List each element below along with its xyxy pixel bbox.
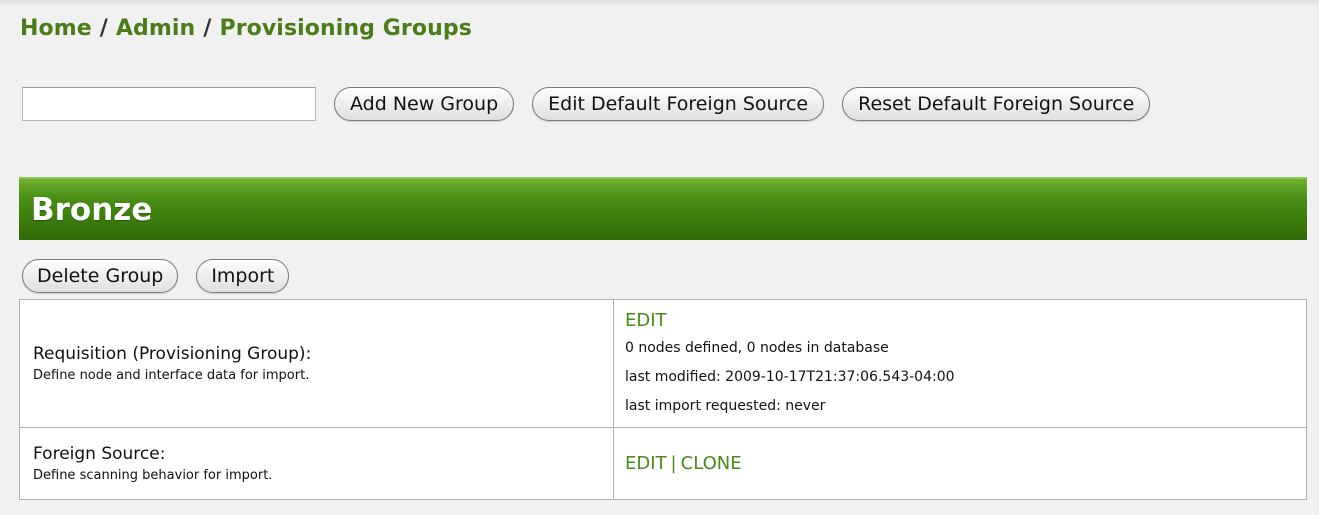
breadcrumb-separator: / [99, 16, 108, 41]
group-name-input[interactable] [22, 87, 316, 121]
breadcrumb-current-page[interactable]: Provisioning Groups [219, 16, 471, 41]
add-new-group-button[interactable]: Add New Group [334, 87, 515, 121]
table-row: Requisition (Provisioning Group): Define… [19, 299, 1307, 428]
group-details-table: Requisition (Provisioning Group): Define… [19, 299, 1307, 500]
requisition-label-cell: Requisition (Provisioning Group): Define… [19, 299, 614, 428]
foreign-source-value-cell: EDIT | CLONE [613, 427, 1307, 500]
breadcrumb: Home / Admin / Provisioning Groups [20, 16, 472, 41]
table-row: Foreign Source: Define scanning behavior… [19, 427, 1307, 500]
nodes-status-text: 0 nodes defined, 0 nodes in database [625, 339, 889, 356]
last-import-text: last import requested: never [625, 397, 826, 414]
foreign-source-description: Define scanning behavior for import. [33, 468, 273, 483]
last-modified-text: last modified: 2009-10-17T21:37:06.543-0… [625, 368, 955, 385]
group-actions: Delete Group Import [22, 259, 307, 293]
group-title: Bronze [31, 191, 153, 228]
reset-default-foreign-source-button[interactable]: Reset Default Foreign Source [842, 87, 1151, 121]
foreign-source-edit-link[interactable]: EDIT [625, 453, 667, 474]
import-button[interactable]: Import [196, 259, 290, 293]
group-header: Bronze [19, 177, 1307, 240]
breadcrumb-home-link[interactable]: Home [20, 16, 92, 41]
foreign-source-title: Foreign Source: [33, 444, 166, 464]
breadcrumb-separator: / [203, 16, 212, 41]
delete-group-button[interactable]: Delete Group [22, 259, 179, 293]
requisition-value-cell: EDIT 0 nodes defined, 0 nodes in databas… [613, 299, 1307, 428]
requisition-edit-link[interactable]: EDIT [625, 310, 667, 331]
link-separator: | [670, 453, 677, 474]
toolbar: Add New Group Edit Default Foreign Sourc… [22, 84, 1168, 124]
edit-default-foreign-source-button[interactable]: Edit Default Foreign Source [532, 87, 825, 121]
breadcrumb-admin-link[interactable]: Admin [116, 16, 195, 41]
requisition-title: Requisition (Provisioning Group): [33, 344, 312, 364]
foreign-source-label-cell: Foreign Source: Define scanning behavior… [19, 427, 614, 500]
requisition-description: Define node and interface data for impor… [33, 368, 310, 383]
foreign-source-clone-link[interactable]: CLONE [681, 453, 742, 474]
page: Home / Admin / Provisioning Groups Add New G… [0, 0, 1319, 515]
